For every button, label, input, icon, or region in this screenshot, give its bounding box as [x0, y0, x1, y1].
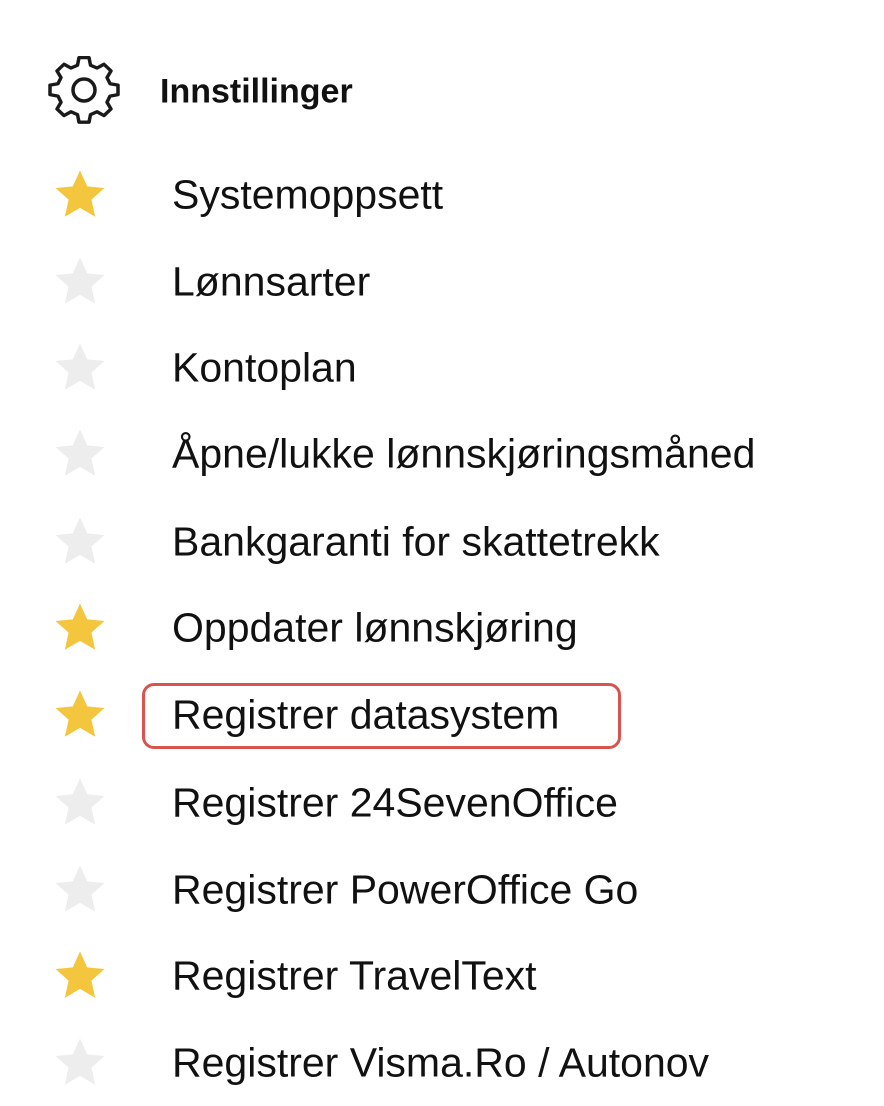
star-icon[interactable]	[52, 687, 108, 743]
menu-item-label: Oppdater lønnskjøring	[172, 604, 578, 651]
menu-item-registrer-24sevenoffice[interactable]: Registrer 24SevenOffice	[0, 760, 884, 846]
settings-menu: Systemoppsett Lønnsarter Kontoplan Åpne/…	[0, 0, 884, 1085]
star-icon[interactable]	[52, 514, 108, 570]
menu-item-kontoplan[interactable]: Kontoplan	[0, 325, 884, 411]
menu-item-label: Lønnsarter	[172, 258, 371, 305]
menu-item-bankgaranti[interactable]: Bankgaranti for skattetrekk	[0, 499, 884, 585]
menu-item-label: Bankgaranti for skattetrekk	[172, 518, 660, 565]
menu-item-label: Registrer TravelText	[172, 952, 537, 999]
star-icon[interactable]	[52, 167, 108, 223]
menu-item-registrer-visma[interactable]: Registrer Visma.Ro / Autonov	[0, 1020, 884, 1106]
menu-item-label: Registrer Visma.Ro / Autonov	[172, 1039, 710, 1086]
menu-item-registrer-datasystem[interactable]: Registrer datasystem	[0, 672, 884, 758]
menu-item-label: Åpne/lukke lønnskjøringsmåned	[172, 430, 756, 477]
menu-item-label: Registrer PowerOffice Go	[172, 866, 639, 913]
menu-item-label: Systemoppsett	[172, 171, 444, 218]
menu-item-registrer-poweroffice[interactable]: Registrer PowerOffice Go	[0, 847, 884, 933]
star-icon[interactable]	[52, 948, 108, 1004]
star-icon[interactable]	[52, 600, 108, 656]
menu-item-systemoppsett[interactable]: Systemoppsett	[0, 152, 884, 238]
menu-item-label: Kontoplan	[172, 344, 357, 391]
star-icon[interactable]	[52, 1035, 108, 1091]
menu-item-lonnsarter[interactable]: Lønnsarter	[0, 239, 884, 325]
menu-item-apne-lukke[interactable]: Åpne/lukke lønnskjøringsmåned	[0, 411, 884, 497]
star-icon[interactable]	[52, 775, 108, 831]
menu-item-label: Registrer 24SevenOffice	[172, 779, 618, 826]
menu-item-label: Registrer datasystem	[172, 691, 560, 738]
star-icon[interactable]	[52, 426, 108, 482]
star-icon[interactable]	[52, 254, 108, 310]
star-icon[interactable]	[52, 862, 108, 918]
menu-item-registrer-traveltext[interactable]: Registrer TravelText	[0, 933, 884, 1019]
settings-panel: Innstillinger Systemoppsett Lønnsarter K…	[0, 0, 884, 1085]
menu-item-oppdater[interactable]: Oppdater lønnskjøring	[0, 585, 884, 671]
star-icon[interactable]	[52, 340, 108, 396]
